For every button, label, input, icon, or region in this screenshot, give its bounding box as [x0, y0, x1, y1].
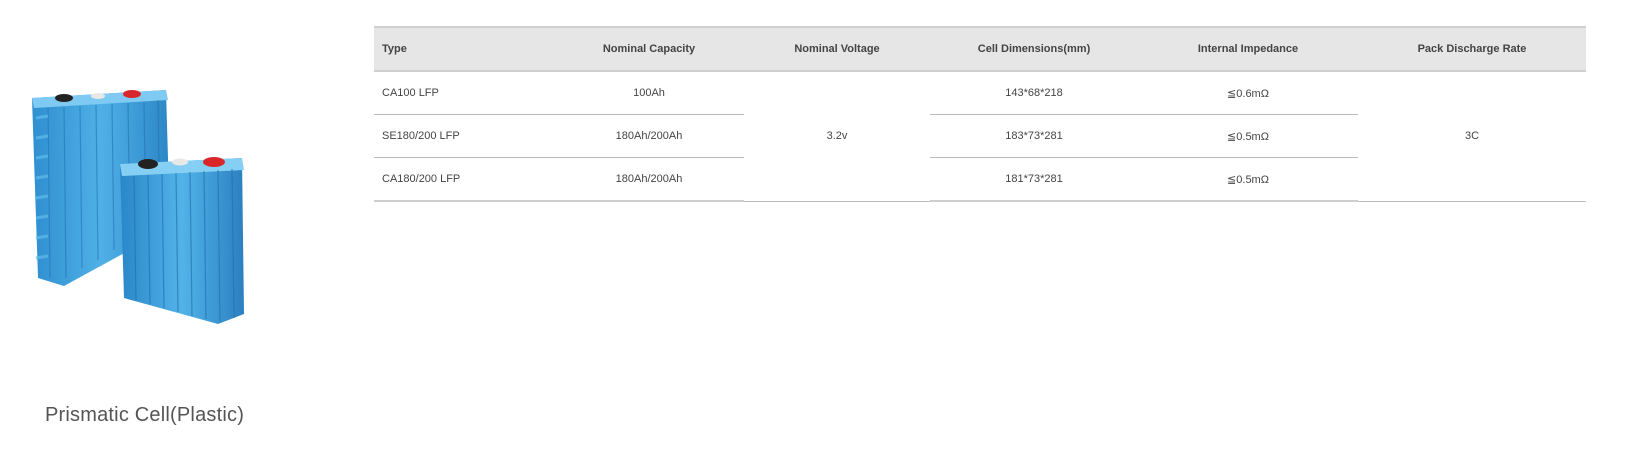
header-capacity: Nominal Capacity — [554, 26, 744, 72]
cell-voltage-merged: 3.2v — [744, 71, 930, 202]
cell-impedance: ≦0.5mΩ — [1138, 114, 1358, 158]
cell-impedance: ≦0.5mΩ — [1138, 157, 1358, 202]
spec-table: Type Nominal Capacity Nominal Voltage Ce… — [374, 26, 1586, 202]
cell-capacity: 180Ah/200Ah — [554, 114, 744, 158]
terminal-positive-icon — [123, 90, 141, 98]
terminal-negative-icon — [138, 159, 158, 169]
cell-dimensions: 181*73*281 — [930, 157, 1138, 202]
header-impedance: Internal Impedance — [1138, 26, 1358, 72]
cell-type: CA180/200 LFP — [374, 157, 554, 202]
cell-dimensions: 183*73*281 — [930, 114, 1138, 158]
terminal-positive-icon — [203, 157, 225, 167]
cell-type: SE180/200 LFP — [374, 114, 554, 158]
header-voltage: Nominal Voltage — [744, 26, 930, 72]
cell-type: CA100 LFP — [374, 71, 554, 115]
header-dimensions: Cell Dimensions(mm) — [930, 26, 1138, 72]
product-caption: Prismatic Cell(Plastic) — [45, 404, 245, 426]
cell-impedance: ≦0.6mΩ — [1138, 71, 1358, 115]
header-discharge: Pack Discharge Rate — [1358, 26, 1586, 72]
cell-discharge-merged: 3C — [1358, 71, 1586, 202]
cell-dimensions: 143*68*218 — [930, 71, 1138, 115]
front-cell — [120, 157, 244, 324]
battery-cells-image — [32, 90, 244, 324]
cell-capacity: 100Ah — [554, 71, 744, 115]
table-header-row: Type Nominal Capacity Nominal Voltage Ce… — [374, 26, 1586, 72]
header-type: Type — [374, 26, 554, 72]
terminal-negative-icon — [55, 94, 73, 102]
cell-capacity: 180Ah/200Ah — [554, 157, 744, 202]
table-row: CA100 LFP 100Ah 3.2v 143*68*218 ≦0.6mΩ 3… — [374, 71, 1586, 202]
